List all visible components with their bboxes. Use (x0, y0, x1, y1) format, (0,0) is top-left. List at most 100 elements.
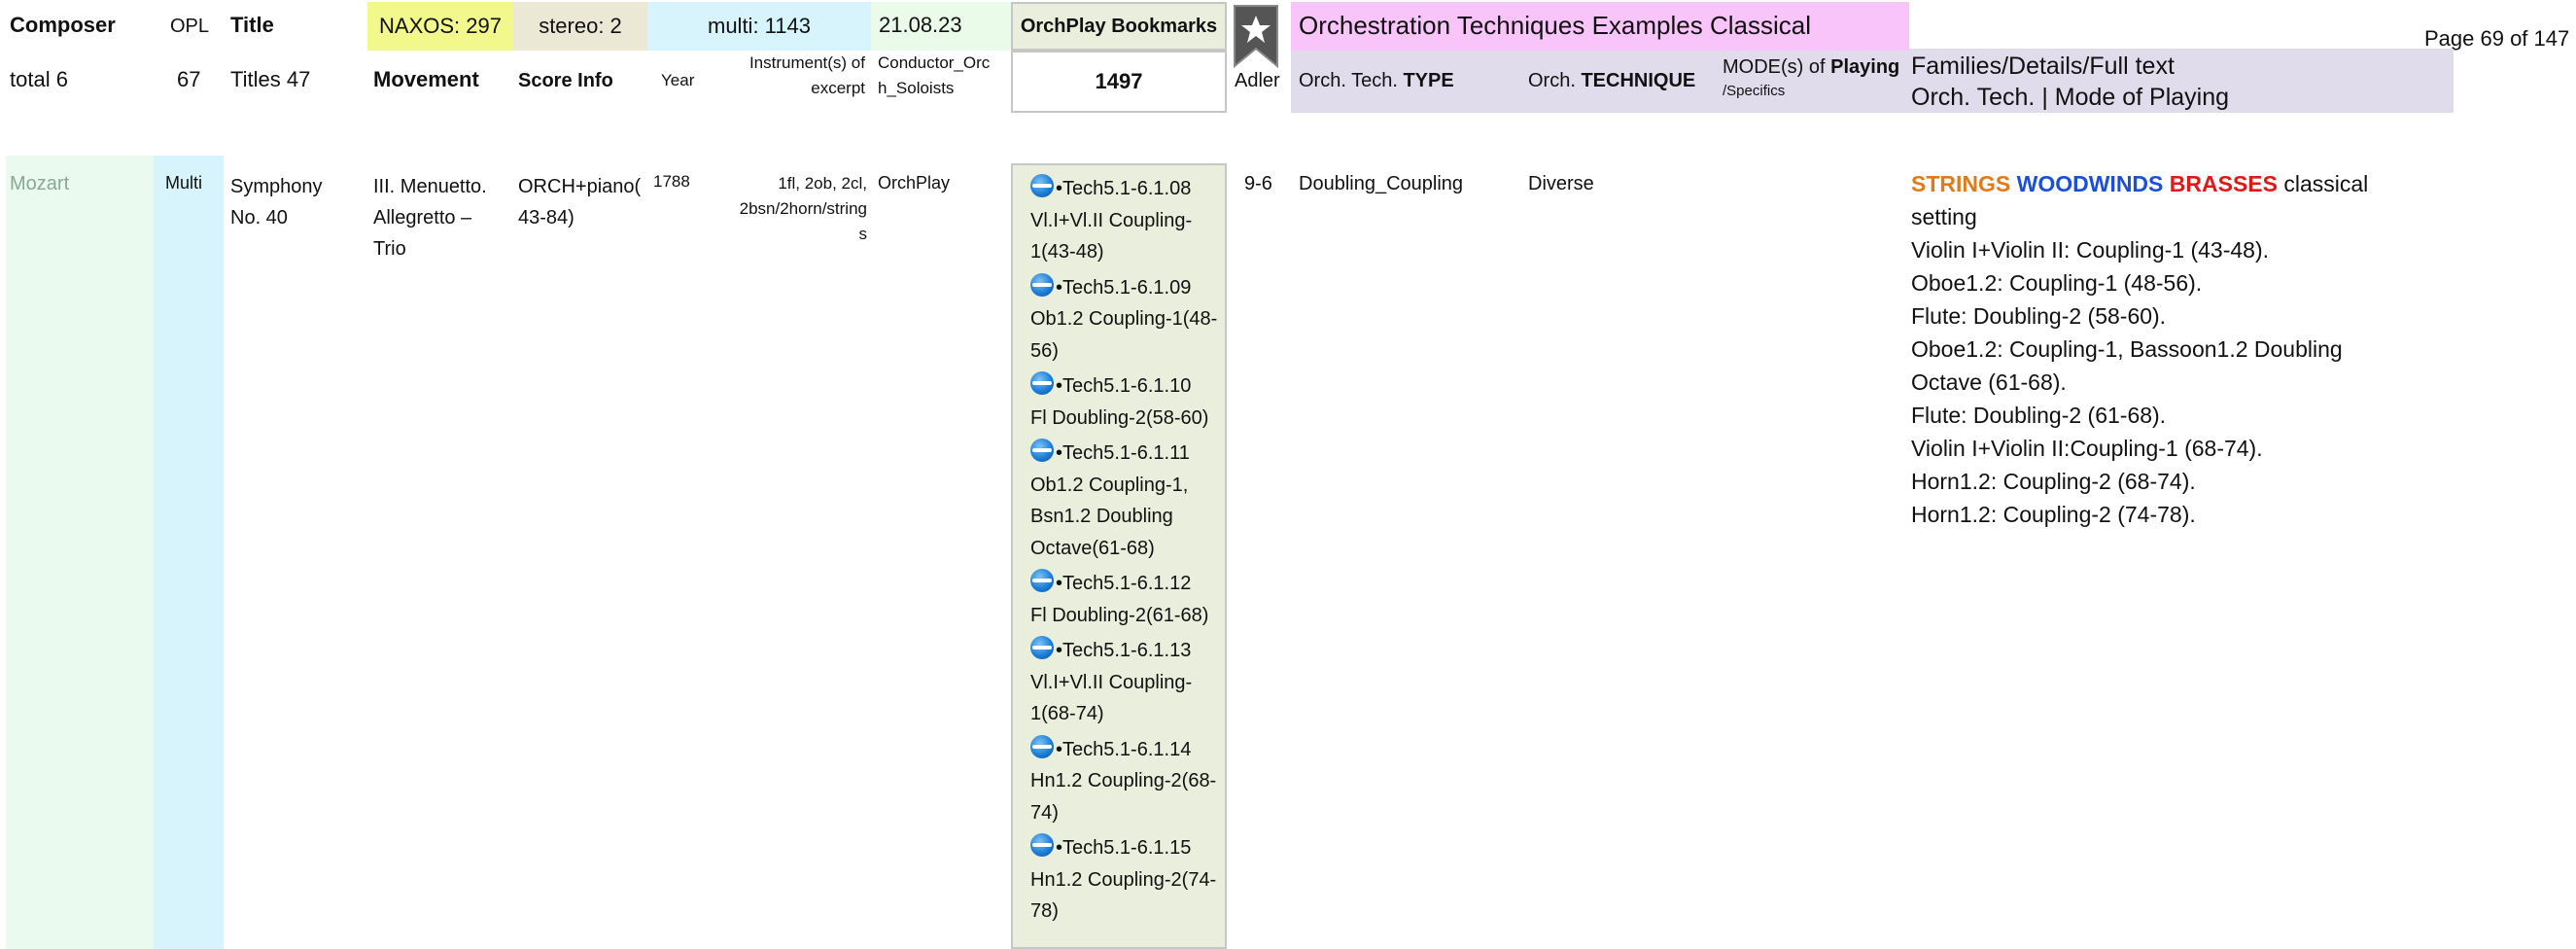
globe-icon[interactable] (1030, 636, 1054, 659)
bookmark-item[interactable]: •Tech5.1-6.1.14 Hn1.2 Coupling-2(68- 74) (1030, 734, 1221, 829)
families-detail-line: Flute: Doubling-2 (58-60). (1911, 303, 2167, 329)
row-movement-line1: III. Menuetto. (373, 176, 487, 197)
bookmark-code[interactable]: •Tech5.1-6.1.15 (1056, 837, 1191, 859)
stereo-count-label: stereo: 2 (539, 14, 622, 38)
row-movement: III. Menuetto. Allegretto – Trio (373, 171, 487, 264)
date-cell: 21.08.23 (871, 2, 1011, 51)
bookmark-code[interactable]: •Tech5.1-6.1.08 (1056, 178, 1191, 199)
row-score-info: ORCH+piano( 43-84) (518, 171, 641, 233)
bookmark-desc-line: Hn1.2 Coupling-2(68- (1030, 770, 1217, 791)
type-header-bold: TYPE (1403, 70, 1454, 91)
mode-header-prefix: MODE(s) of (1723, 56, 1831, 78)
families-detail-line: Horn1.2: Coupling-2 (74-78). (1911, 502, 2196, 527)
row-composer[interactable]: Mozart (10, 171, 69, 196)
families-header-line2: Orch. Tech. | Mode of Playing (1911, 84, 2230, 111)
woodwinds-label: WOODWINDS (2016, 171, 2164, 196)
bookmark-desc-line: 1(43-48) (1030, 241, 1104, 263)
bookmark-desc-line: Vl.I+Vl.II Coupling- (1030, 209, 1193, 231)
row-year: 1788 (653, 172, 690, 191)
row-title-line2: No. 40 (230, 207, 288, 228)
bookmark-code[interactable]: •Tech5.1-6.1.12 (1056, 573, 1191, 594)
instruments-header-line1: Instrument(s) of (748, 53, 865, 72)
bookmarks-list: •Tech5.1-6.1.08 Vl.I+Vl.II Coupling- 1(43-… (1030, 173, 1221, 928)
bookmark-code[interactable]: •Tech5.1-6.1.11 (1056, 442, 1190, 464)
row-conductor: OrchPlay (878, 173, 951, 193)
bookmark-code[interactable]: •Tech5.1-6.1.09 (1056, 277, 1191, 299)
composer-column-bg (6, 156, 154, 949)
instruments-header: Instrument(s) of excerpt (710, 53, 865, 99)
families-header-line1: Families/Details/Full text (1911, 53, 2175, 80)
opl-column-bg (154, 156, 224, 949)
titles-count: Titles 47 (230, 67, 311, 91)
row-title[interactable]: Symphony No. 40 (230, 171, 323, 233)
bookmark-desc-line: Ob1.2 Coupling-1(48- (1030, 308, 1218, 330)
globe-icon[interactable] (1030, 439, 1054, 462)
bookmark-desc-line: 56) (1030, 339, 1059, 362)
globe-icon[interactable] (1030, 734, 1054, 758)
multi-count: multi: 1143 (647, 2, 871, 51)
families-detail-lines: setting Violin I+Violin II: Coupling-1 (4… (1911, 200, 2455, 531)
conductor-header: Conductor_Orc h_Soloists (878, 53, 990, 99)
bookmark-desc-line: 1(68-74) (1030, 703, 1104, 724)
bookmark-desc-line: 74) (1030, 801, 1059, 824)
bookmark-star-icon[interactable] (1233, 4, 1279, 69)
bookmark-code[interactable]: •Tech5.1-6.1.10 (1056, 375, 1191, 397)
bookmark-item[interactable]: •Tech5.1-6.1.15 Hn1.2 Coupling-2(74- 78) (1030, 832, 1221, 928)
bookmark-item[interactable]: •Tech5.1-6.1.10 Fl Doubling-2(58-60) (1030, 370, 1221, 434)
bookmark-item[interactable]: •Tech5.1-6.1.09 Ob1.2 Coupling-1(48- 56) (1030, 272, 1221, 368)
globe-icon[interactable] (1030, 174, 1054, 197)
score-info-header: Score Info (518, 70, 613, 91)
mode-header-sub: /Specifics (1723, 83, 1786, 99)
section-title-label: Orchestration Techniques Examples Classi… (1299, 11, 1811, 40)
bookmark-desc-line: 78) (1030, 900, 1059, 922)
row-movement-line3: Trio (373, 238, 406, 260)
date-label: 21.08.23 (879, 13, 962, 37)
section-title: Orchestration Techniques Examples Classi… (1291, 2, 1909, 51)
bookmark-desc-line: Vl.I+Vl.II Coupling- (1030, 671, 1193, 693)
globe-icon[interactable] (1030, 272, 1054, 297)
bookmark-item[interactable]: •Tech5.1-6.1.12 Fl Doubling-2(61-68) (1030, 568, 1221, 631)
row-instr-line3: s (858, 225, 868, 243)
globe-icon[interactable] (1030, 371, 1054, 395)
adler-header: Adler (1235, 70, 1280, 91)
technique-header-bold: TECHNIQUE (1581, 70, 1696, 91)
orchplay-bookmarks-header: OrchPlay Bookmarks (1011, 2, 1227, 51)
families-header: Families/Details/Full text Orch. Tech. |… (1909, 49, 2454, 113)
families-detail-line: Oboe1.2: Coupling-1, Bassoon1.2 Doubling (1911, 336, 2343, 362)
row-instruments: 1fl, 2ob, 2cl, 2bsn/2horn/string s (700, 171, 867, 247)
families-detail-line: Violin I+Violin II:Coupling-1 (68-74). (1911, 436, 2263, 461)
bookmark-desc-line: Hn1.2 Coupling-2(74- (1030, 868, 1217, 891)
row-type: Doubling_Coupling (1299, 173, 1464, 194)
stereo-count: stereo: 2 (513, 2, 647, 51)
bookmark-item[interactable]: •Tech5.1-6.1.08 Vl.I+Vl.II Coupling- 1(43-… (1030, 173, 1221, 268)
total-count: total 6 (10, 67, 68, 91)
bookmark-desc-line: Fl Doubling-2(61-68) (1030, 604, 1209, 626)
families-detail-line: Oboe1.2: Coupling-1 (48-56). (1911, 270, 2203, 296)
bookmark-code[interactable]: •Tech5.1-6.1.14 (1056, 739, 1191, 760)
families-first-line: STRINGS WOODWINDS BRASSES classical (1911, 167, 2455, 200)
globe-icon[interactable] (1030, 833, 1054, 857)
row-technique: Diverse (1528, 173, 1594, 194)
bookmark-item[interactable]: •Tech5.1-6.1.11 Ob1.2 Coupling-1, Bsn1.2 D… (1030, 438, 1221, 564)
mode-header: MODE(s) of Playing /Specifics (1723, 54, 1899, 101)
bookmark-item[interactable]: •Tech5.1-6.1.13 Vl.I+Vl.II Coupling- 1(68-… (1030, 635, 1221, 730)
globe-icon[interactable] (1030, 569, 1054, 592)
families-detail-line: setting (1911, 204, 1977, 229)
conductor-header-line2: h_Soloists (878, 79, 955, 97)
type-header-prefix: Orch. Tech. (1299, 70, 1404, 91)
orchplay-bookmarks-label: OrchPlay Bookmarks (1020, 16, 1218, 37)
row-opl[interactable]: Multi (165, 171, 202, 194)
movement-header: Movement (373, 67, 479, 91)
opl-total: 67 (177, 67, 201, 91)
bookmark-desc-line: Ob1.2 Coupling-1, (1030, 474, 1189, 496)
bookmarks-count-label: 1497 (1095, 69, 1143, 93)
bookmark-code[interactable]: •Tech5.1-6.1.13 (1056, 640, 1191, 661)
row-instr-line1: 1fl, 2ob, 2cl, (778, 174, 867, 193)
families-detail-line: Octave (61-68). (1911, 369, 2067, 395)
header-composer: Composer (10, 13, 116, 37)
bookmarks-count: 1497 (1011, 51, 1227, 113)
families-detail-line: Violin I+Violin II: Coupling-1 (43-48). (1911, 237, 2269, 263)
header-opl: OPL (170, 16, 210, 37)
mode-header-bold: Playing (1830, 56, 1900, 78)
instruments-header-line2: excerpt (811, 79, 865, 97)
